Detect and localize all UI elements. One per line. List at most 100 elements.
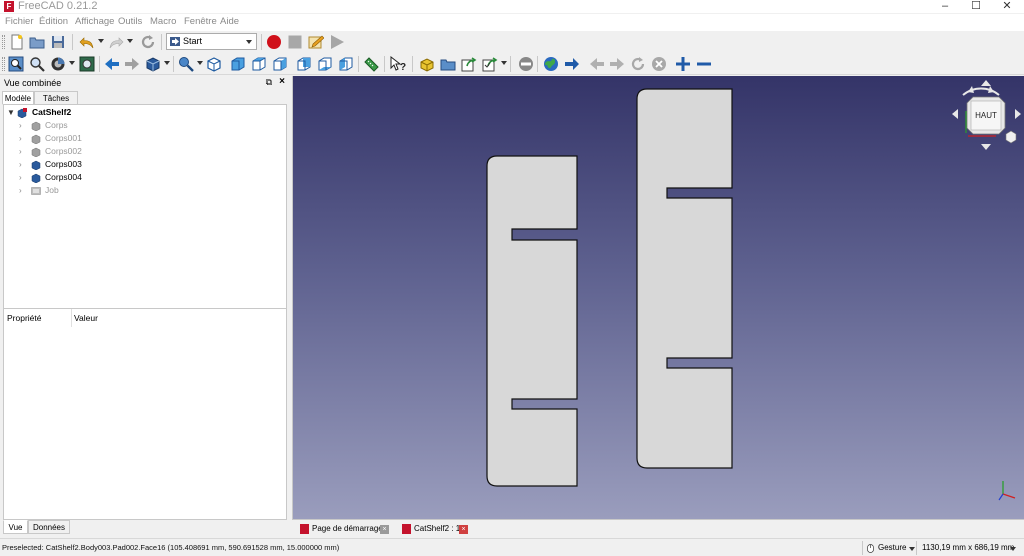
expand-arrow-icon[interactable]: ›	[19, 184, 27, 197]
tab-data-props[interactable]: Données	[28, 520, 70, 534]
create-group-icon[interactable]	[440, 56, 456, 72]
draw-style-icon[interactable]	[50, 56, 66, 72]
navcube-face-label: HAUT	[975, 111, 997, 120]
undo-dropdown-icon[interactable]	[98, 39, 104, 43]
close-tab-icon[interactable]: ×	[459, 525, 468, 534]
measure-distance-icon[interactable]	[363, 56, 379, 72]
save-icon[interactable]	[50, 34, 66, 50]
tree-item-corps001[interactable]: › Corps001	[4, 132, 284, 145]
run-macro-icon[interactable]	[329, 34, 345, 50]
tree-item-corps002[interactable]: › Corps002	[4, 145, 284, 158]
undo-icon[interactable]	[79, 34, 95, 50]
nav-left-arrow-icon	[952, 109, 958, 119]
back-arrow-icon[interactable]	[104, 56, 120, 72]
tab-model[interactable]: Modèle	[2, 91, 34, 105]
bounding-box-icon[interactable]	[79, 56, 95, 72]
body-icon	[31, 160, 41, 170]
web-stop-icon[interactable]	[518, 56, 534, 72]
workbench-selector[interactable]: Start	[166, 33, 257, 50]
web-home-icon[interactable]	[543, 56, 559, 72]
record-macro-icon[interactable]	[266, 34, 282, 50]
web-close-icon[interactable]	[651, 56, 667, 72]
web-forward-icon[interactable]	[609, 56, 625, 72]
combo-view-title: Vue combinée	[4, 78, 62, 88]
std-views-dropdown-icon[interactable]	[164, 61, 170, 65]
whats-this-icon[interactable]: ?	[390, 56, 406, 72]
float-panel-icon[interactable]: ⧉	[266, 77, 272, 88]
shelf-panel-right[interactable]	[636, 88, 733, 469]
shelf-panel-left[interactable]	[486, 155, 578, 487]
fit-selection-icon[interactable]	[29, 56, 45, 72]
view-dimensions[interactable]: 1130,19 mm x 686,19 mm	[918, 541, 1018, 555]
tree-root-row[interactable]: ▼ CatShelf2	[4, 106, 284, 119]
view-top-icon[interactable]	[251, 56, 267, 72]
web-open-icon[interactable]	[564, 56, 580, 72]
menu-help[interactable]: Aide	[220, 16, 239, 27]
draw-style-dropdown-icon[interactable]	[69, 61, 75, 65]
tab-tasks[interactable]: Tâches	[34, 91, 78, 105]
link-actions-dropdown-icon[interactable]	[501, 61, 507, 65]
zoom-icon[interactable]	[178, 56, 194, 72]
tree-item-corps[interactable]: › Corps	[4, 119, 284, 132]
link-actions-icon[interactable]	[482, 56, 498, 72]
create-part-icon[interactable]	[419, 56, 435, 72]
menu-macro[interactable]: Macro	[150, 16, 176, 27]
view-rear-icon[interactable]	[296, 56, 312, 72]
view-right-icon[interactable]	[272, 56, 288, 72]
tab-view-props[interactable]: Vue	[3, 520, 28, 534]
zoom-dropdown-icon[interactable]	[197, 61, 203, 65]
minimize-button[interactable]: –	[930, 0, 960, 13]
view-bottom-icon[interactable]	[317, 56, 333, 72]
view-isometric-icon[interactable]	[206, 56, 222, 72]
file-toolbar: Start	[0, 31, 1024, 53]
menu-tools[interactable]: Outils	[118, 16, 142, 27]
value-column-header: Valeur	[74, 313, 98, 323]
toolbar-grip[interactable]	[2, 57, 5, 71]
3d-viewport[interactable]: HAUT	[292, 76, 1024, 519]
redo-dropdown-icon[interactable]	[127, 39, 133, 43]
tree-item-job[interactable]: › Job	[4, 184, 284, 197]
expand-arrow-icon[interactable]: ›	[19, 171, 27, 184]
expand-arrow-icon[interactable]: ›	[19, 145, 27, 158]
view-left-icon[interactable]	[338, 56, 354, 72]
web-refresh-icon[interactable]	[630, 56, 646, 72]
new-document-icon[interactable]	[9, 34, 25, 50]
edit-macro-icon[interactable]	[308, 34, 324, 50]
zoom-in-icon[interactable]	[675, 56, 691, 72]
menu-window[interactable]: Fenêtre	[184, 16, 217, 27]
stop-macro-icon[interactable]	[287, 34, 303, 50]
zoom-out-icon[interactable]	[696, 56, 712, 72]
fit-all-icon[interactable]	[8, 56, 24, 72]
tree-item-corps004[interactable]: › Corps004	[4, 171, 284, 184]
expand-arrow-icon[interactable]: ›	[19, 158, 27, 171]
toolbar-grip[interactable]	[2, 35, 5, 49]
expand-arrow-icon[interactable]: ›	[19, 132, 27, 145]
close-tab-icon[interactable]: ×	[380, 525, 389, 534]
refresh-icon[interactable]	[140, 34, 156, 50]
tree-root-label: CatShelf2	[32, 107, 72, 117]
maximize-button[interactable]: ☐	[961, 0, 991, 13]
tab-start-page[interactable]: Page de démarrage ×	[298, 521, 389, 537]
menu-view[interactable]: Affichage	[75, 16, 114, 27]
toolbar-separator	[358, 56, 359, 72]
std-views-icon[interactable]	[145, 56, 161, 72]
menu-file[interactable]: Fichier	[5, 16, 34, 27]
job-icon	[31, 187, 41, 195]
open-folder-icon[interactable]	[29, 34, 45, 50]
navigation-cube[interactable]: HAUT	[952, 80, 1021, 150]
tab-catshelf2[interactable]: CatShelf2 : 1* ×	[400, 521, 470, 537]
close-panel-icon[interactable]: ×	[279, 76, 285, 87]
close-window-button[interactable]: ✕	[992, 0, 1022, 13]
view-front-icon[interactable]	[230, 56, 246, 72]
body-hidden-icon	[31, 121, 41, 131]
menu-edit[interactable]: Édition	[39, 16, 68, 27]
collapse-arrow-icon[interactable]: ▼	[7, 106, 15, 119]
tree-item-corps003[interactable]: › Corps003	[4, 158, 284, 171]
web-back-icon[interactable]	[589, 56, 605, 72]
toolbar-separator	[72, 34, 73, 50]
create-link-icon[interactable]	[461, 56, 477, 72]
expand-arrow-icon[interactable]: ›	[19, 119, 27, 132]
redo-icon[interactable]	[108, 34, 124, 50]
navigation-style-selector[interactable]: Gesture	[866, 541, 916, 555]
forward-arrow-icon[interactable]	[124, 56, 140, 72]
